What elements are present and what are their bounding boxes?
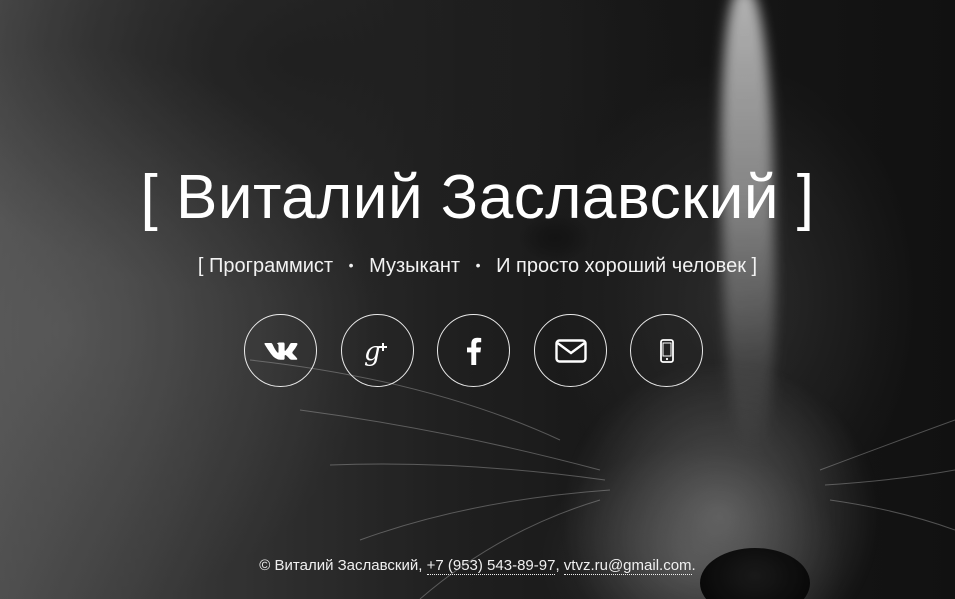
footer-period: . [691, 557, 696, 574]
tagline-separator: • [475, 257, 481, 273]
phone-button[interactable] [630, 314, 703, 387]
hero-content: [ Виталий Заславский ] [ Программист • М… [0, 0, 955, 599]
tagline-separator: • [348, 257, 354, 273]
footer-copyright: © Виталий Заславский, [259, 557, 423, 574]
google-plus-icon: g [363, 336, 393, 366]
social-links: g [244, 314, 714, 392]
envelope-icon [554, 338, 587, 363]
tagline-open-bracket: [ [197, 255, 204, 277]
google-plus-button[interactable]: g [341, 314, 414, 387]
tagline-item-musician: Музыкант [369, 255, 461, 277]
footer: © Виталий Заславский, +7 (953) 543-89-97… [0, 556, 955, 576]
mobile-phone-icon [659, 338, 674, 363]
svg-text:g: g [364, 337, 381, 366]
footer-comma: , [555, 557, 560, 574]
facebook-button[interactable] [437, 314, 510, 387]
vk-icon [263, 341, 298, 361]
tagline-close-bracket: ] [751, 255, 758, 277]
footer-phone-link[interactable]: +7 (953) 543-89-97 [426, 557, 556, 575]
facebook-icon [466, 337, 482, 365]
tagline-item-good-person: И просто хороший человек [496, 255, 746, 277]
footer-email-link[interactable]: vtvz.ru@gmail.com [563, 557, 692, 575]
email-button[interactable] [534, 314, 607, 387]
tagline: [ Программист • Музыкант • И просто хоро… [0, 252, 955, 279]
tagline-item-programmer: Программист [209, 255, 334, 277]
page-title: [ Виталий Заславский ] [140, 163, 815, 232]
vk-button[interactable] [244, 314, 317, 387]
hero-background: [ Виталий Заславский ] [ Программист • М… [0, 0, 955, 599]
